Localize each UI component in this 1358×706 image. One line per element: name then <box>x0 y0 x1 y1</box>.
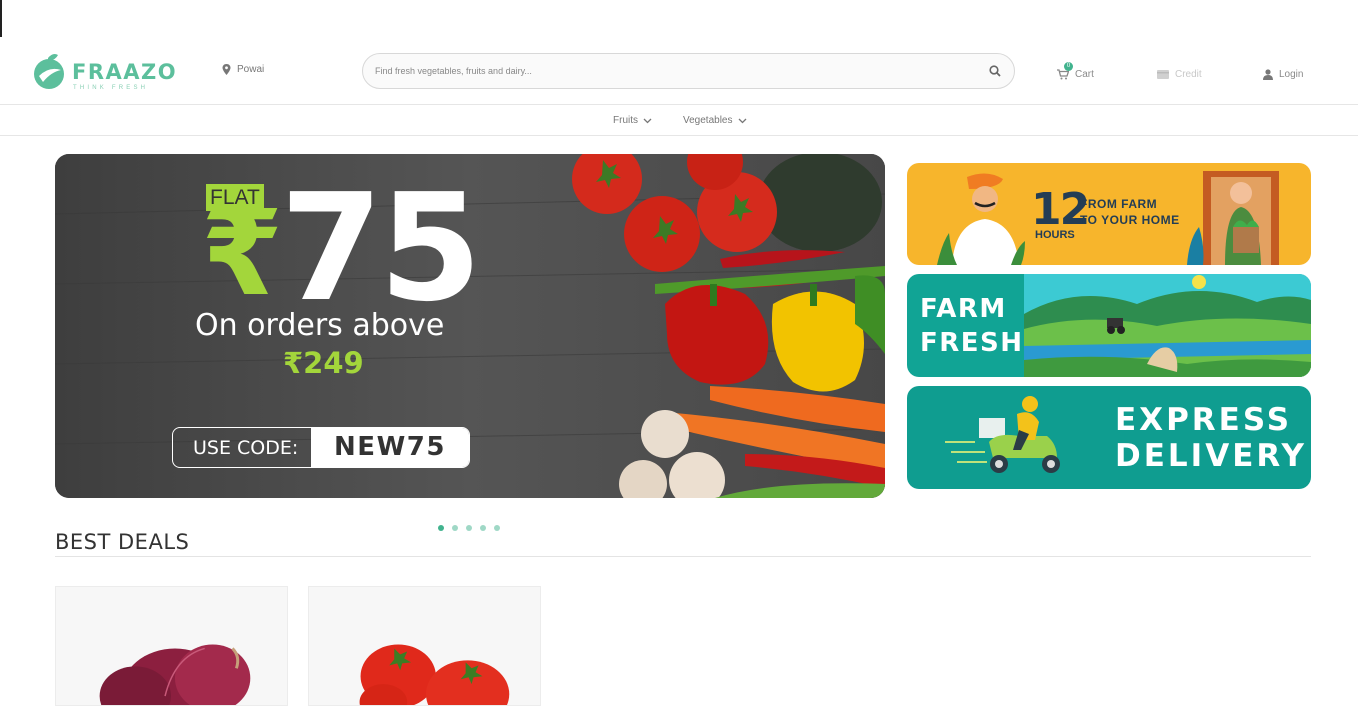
map-pin-icon <box>222 64 231 75</box>
tomato-image <box>359 644 510 705</box>
hero-banner[interactable]: FLAT ₹ 75 On orders above ₹249 USE CODE:… <box>55 154 885 498</box>
chevron-down-icon <box>738 118 746 123</box>
farm-to-home-banner[interactable]: 12 HOURS FROM FARM TO YOUR HOME <box>907 163 1311 265</box>
carousel-dot[interactable] <box>466 525 472 531</box>
discount-amount: 75 <box>280 162 482 334</box>
category-vegetables[interactable]: Vegetables <box>683 115 747 126</box>
category-label: Fruits <box>613 115 638 126</box>
product-card-tomato[interactable] <box>308 586 541 706</box>
login-link[interactable]: Login <box>1263 69 1303 80</box>
login-label: Login <box>1279 69 1304 80</box>
best-deals-title: BEST DEALS <box>55 530 190 554</box>
cart-link[interactable]: 0 Cart <box>1057 62 1094 80</box>
express-line2: DELIVERY <box>1115 438 1307 474</box>
farm-fresh-text: FARM FRESH <box>920 292 1024 360</box>
cart-count-badge: 0 <box>1064 62 1073 71</box>
from-farm-text: FROM FARM TO YOUR HOME <box>1080 196 1180 228</box>
onion-image <box>99 644 251 705</box>
user-icon <box>1263 69 1273 80</box>
location-selector[interactable]: Powai <box>222 64 264 75</box>
text-cursor <box>0 0 2 37</box>
use-code-label: USE CODE: <box>193 437 299 459</box>
leaf-logo-icon <box>34 54 64 89</box>
category-bar: Fruits Vegetables <box>0 105 1358 136</box>
orders-above-text: On orders above <box>195 308 445 343</box>
from-farm-line1: FROM FARM <box>1080 197 1158 211</box>
category-label: Vegetables <box>683 115 733 126</box>
credit-link[interactable]: Credit <box>1157 69 1202 80</box>
delivery-hours-unit: HOURS <box>1035 229 1075 241</box>
search-bar <box>362 53 1015 89</box>
carousel-dot[interactable] <box>438 525 444 531</box>
express-delivery-banner[interactable]: EXPRESS DELIVERY <box>907 386 1311 489</box>
farm-fresh-line1: FARM <box>920 294 1007 324</box>
carousel-dot[interactable] <box>480 525 486 531</box>
cart-label: Cart <box>1075 69 1094 80</box>
express-delivery-text: EXPRESS DELIVERY <box>1115 402 1307 474</box>
search-icon[interactable] <box>989 65 1001 77</box>
chevron-down-icon <box>643 118 652 123</box>
farm-fresh-line2: FRESH <box>920 328 1024 358</box>
wallet-icon <box>1157 70 1169 79</box>
promo-code-box: USE CODE: NEW75 <box>172 427 470 468</box>
search-input[interactable] <box>375 54 975 88</box>
carousel-dot[interactable] <box>452 525 458 531</box>
site-header: FRAAZO THINK FRESH Powai 0 Cart <box>0 37 1358 105</box>
express-line1: EXPRESS <box>1115 402 1293 438</box>
minimum-order-amount: ₹249 <box>283 346 364 380</box>
credit-label: Credit <box>1175 69 1202 80</box>
farm-fresh-banner[interactable]: FARM FRESH <box>907 274 1311 377</box>
location-label: Powai <box>237 64 265 75</box>
section-divider <box>55 556 1311 557</box>
carousel-pagination <box>438 525 500 531</box>
category-fruits[interactable]: Fruits <box>613 115 652 126</box>
product-card-onion[interactable] <box>55 586 288 706</box>
from-farm-line2: TO YOUR HOME <box>1080 213 1180 227</box>
promo-code: NEW75 <box>311 428 469 467</box>
rupee-symbol: ₹ <box>201 184 284 322</box>
carousel-dot[interactable] <box>494 525 500 531</box>
brand-tagline: THINK FRESH <box>73 85 149 91</box>
brand-logo[interactable]: FRAAZO THINK FRESH <box>31 48 176 94</box>
brand-name: FRAAZO <box>72 60 178 84</box>
